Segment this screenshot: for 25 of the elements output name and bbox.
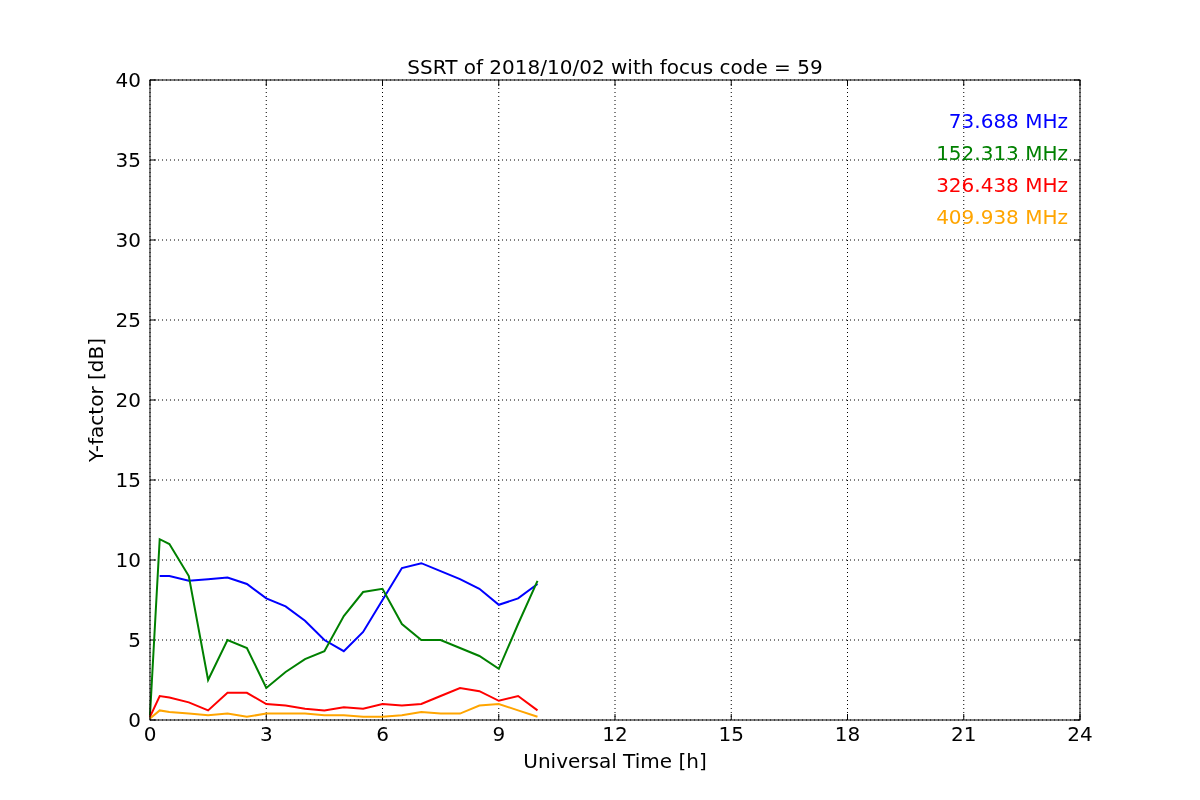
- legend-label: 73.688 MHz: [948, 109, 1068, 133]
- legend-label: 152.313 MHz: [936, 141, 1068, 165]
- y-tick-label: 15: [115, 468, 141, 492]
- x-tick-label: 3: [259, 722, 273, 746]
- x-axis-label: Universal Time [h]: [523, 749, 707, 773]
- y-tick-label: 30: [115, 228, 141, 252]
- y-tick-label: 5: [128, 628, 141, 652]
- chart-title: SSRT of 2018/10/02 with focus code = 59: [407, 55, 823, 79]
- legend-label: 326.438 MHz: [936, 173, 1068, 197]
- x-tick-label: 15: [718, 722, 744, 746]
- y-tick-label: 10: [115, 548, 141, 572]
- x-tick-label: 0: [143, 722, 157, 746]
- y-tick-label: 35: [115, 148, 141, 172]
- y-tick-label: 40: [115, 68, 141, 92]
- x-tick-label: 9: [492, 722, 506, 746]
- x-tick-label: 21: [951, 722, 977, 746]
- legend-label: 409.938 MHz: [936, 205, 1068, 229]
- x-tick-label: 18: [834, 722, 861, 746]
- x-tick-label: 12: [602, 722, 628, 746]
- x-tick-label: 6: [376, 722, 389, 746]
- x-tick-label: 24: [1067, 722, 1093, 746]
- y-tick-label: 20: [115, 388, 141, 412]
- y-tick-label: 25: [115, 308, 141, 332]
- y-axis-label: Y-factor [dB]: [84, 338, 108, 462]
- y-tick-label: 0: [128, 708, 141, 732]
